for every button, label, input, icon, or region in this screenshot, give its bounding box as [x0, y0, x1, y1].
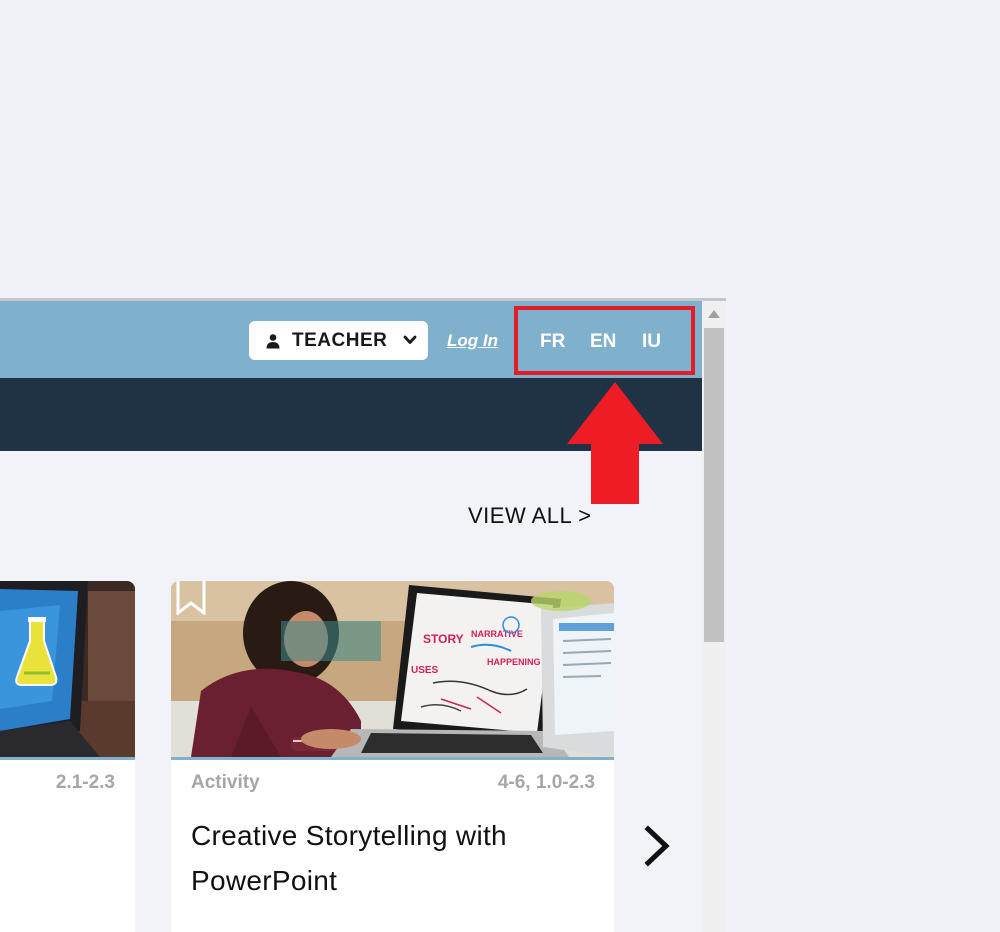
language-option-fr[interactable]: FR	[540, 331, 565, 353]
role-dropdown-label: TEACHER	[292, 329, 388, 351]
svg-text:USES: USES	[411, 665, 439, 676]
view-all-link[interactable]: VIEW ALL >	[468, 503, 591, 529]
scroll-up-arrow-icon[interactable]	[707, 309, 721, 319]
language-option-iu[interactable]: IU	[642, 331, 661, 353]
resource-card-partial[interactable]: 2.1-2.3	[0, 581, 135, 932]
arrow-up-icon	[567, 382, 663, 504]
bookmark-icon[interactable]	[176, 581, 206, 615]
screenshot-stage: TEACHER Log In FR EN IU VIEW ALL > 2.1-2…	[0, 0, 1000, 932]
person-icon	[266, 333, 280, 348]
card-divider	[0, 757, 135, 760]
card-grade-label: 2.1-2.3	[55, 772, 115, 793]
card-thumbnail-image: STORY NARRATIVE USES HAPPENING	[171, 581, 614, 757]
top-utility-bar: TEACHER Log In FR EN IU	[0, 301, 702, 378]
card-grade-label: 4-6, 1.0-2.3	[497, 772, 595, 793]
svg-text:HAPPENING: HAPPENING	[487, 657, 541, 667]
svg-text:STORY: STORY	[423, 632, 464, 646]
card-divider	[171, 757, 614, 760]
card-type-label: Activity	[191, 772, 260, 793]
language-option-en[interactable]: EN	[590, 331, 616, 353]
chevron-down-icon	[403, 335, 417, 344]
scrollbar-thumb[interactable]	[704, 328, 724, 642]
card-thumbnail-image	[0, 581, 135, 757]
login-link[interactable]: Log In	[447, 331, 498, 351]
chevron-right-icon[interactable]	[640, 823, 674, 869]
svg-text:NARRATIVE: NARRATIVE	[471, 629, 523, 639]
vertical-scrollbar[interactable]	[702, 301, 726, 932]
card-title[interactable]: Creative Storytelling with PowerPoint	[191, 813, 591, 903]
resource-card[interactable]: STORY NARRATIVE USES HAPPENING Activity …	[171, 581, 614, 932]
role-dropdown[interactable]: TEACHER	[249, 321, 428, 360]
